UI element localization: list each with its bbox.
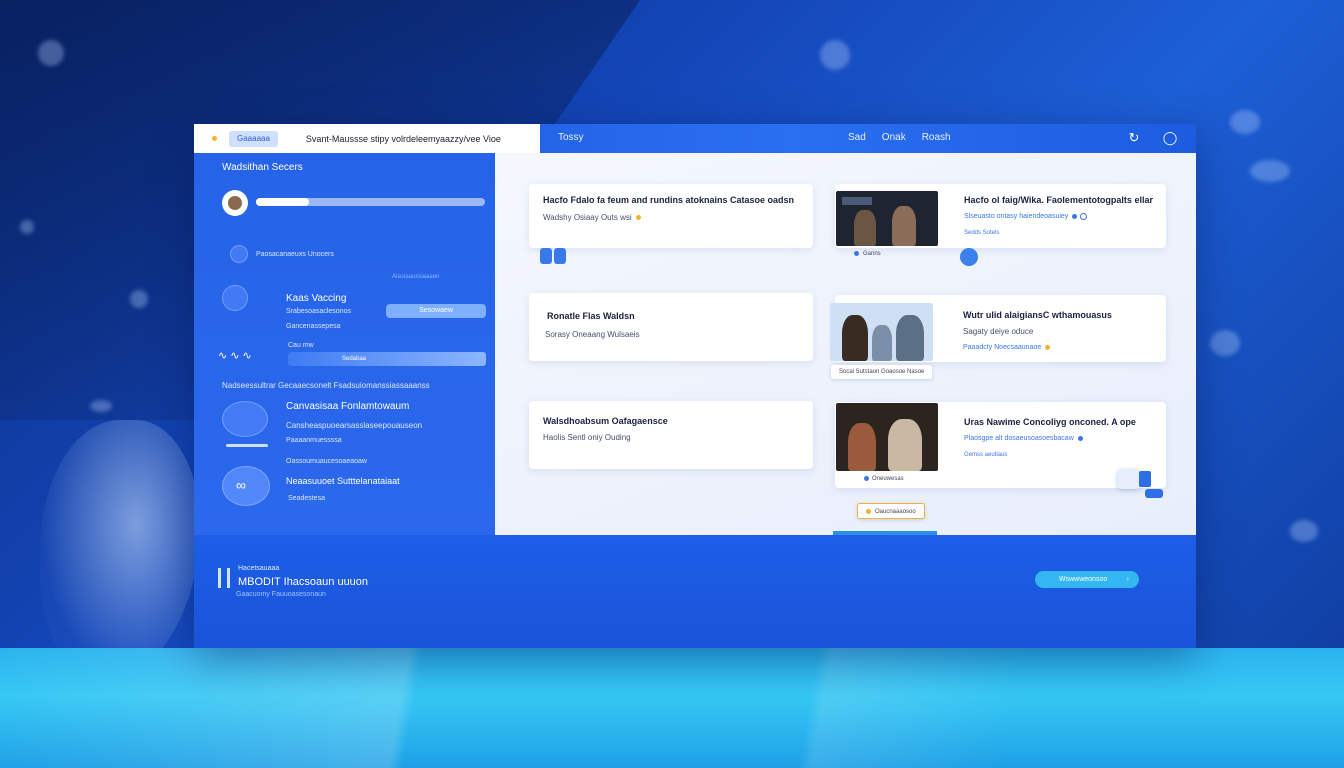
content-card[interactable]: Ronatle Flas Waldsn Sorasy Oneaang Wulsa… — [529, 293, 813, 361]
sidebar-section-heading: Nadseessultrar Gecaaecsonelt Fsadsuioman… — [222, 381, 430, 390]
top-chip[interactable]: Gaaaaaa — [229, 130, 278, 147]
footer-small-text: Hacetsauaaa — [238, 565, 280, 572]
card-tab[interactable] — [540, 248, 552, 264]
card-subtitle: Wadshy Osiaay Outs wsi — [543, 213, 641, 222]
content-card[interactable]: Hacfo Fdalo fa feum and rundins atoknain… — [529, 184, 813, 248]
card-title: Uras Nawime Concoliyg onconed. A ope — [964, 417, 1136, 427]
item-avatar-icon[interactable] — [222, 285, 248, 311]
bokeh-light — [1290, 520, 1318, 542]
chevron-right-icon: › — [1126, 576, 1129, 583]
window-title: Svant-Maussse stipy volrdeleemyaazzy/vee… — [305, 133, 501, 144]
card-title: Hacfo Fdalo fa feum and rundins atoknain… — [543, 195, 795, 205]
action-button[interactable] — [960, 248, 978, 266]
card-tab[interactable] — [1139, 471, 1151, 487]
sidebar-caption: Atasiaaussiaaaen — [392, 274, 440, 280]
item3-title: Canvasisaa Fonlamtowaum — [286, 401, 410, 412]
item3-icon[interactable] — [222, 401, 268, 437]
card-subtitle: Sorasy Oneaang Wulsaeis — [545, 330, 640, 339]
thumbnail-caption: Socai Sutstaon Goaosoe Nasoe — [831, 365, 933, 379]
item4-line0: Oassoumuaucesoaeaoaw — [286, 458, 367, 465]
card-title: Hacfo ol faig/Wika. Faolementotogpalts e… — [964, 195, 1153, 205]
item4-line1: Seadestesa — [288, 495, 325, 502]
item-icon[interactable] — [230, 245, 248, 263]
item2-line2: Gancenassepesa — [286, 323, 341, 330]
card-meta: Plaosgpe alt dosaeusoasoesbacaw — [964, 435, 1083, 442]
card-meta: Slseuasto ontasy haiendeoasuiey — [964, 213, 1087, 220]
bokeh-light — [20, 220, 34, 234]
item2-button[interactable]: Sesowaew — [386, 304, 486, 318]
sidebar: Wadsithan Secers Paosacanaeuxs Unocers A… — [194, 153, 495, 535]
card-title: Ronatle Flas Waldsn — [547, 311, 635, 321]
profile-progress-fill — [256, 198, 309, 206]
card-title: Walsdhoabsum Oafagaensce — [543, 416, 668, 426]
footer-cta-button[interactable]: Wswwweonsoo › — [1035, 571, 1139, 588]
item3-line2: Paaaanmuessssa — [286, 437, 342, 444]
wave-icon: ∿ ∿ ∿ — [218, 350, 252, 362]
sidebar-heading: Wadsithan Secers — [222, 162, 303, 173]
card-meta-secondary: Gemss aeutiaus — [964, 452, 1008, 458]
nav-item-1[interactable]: Sad — [848, 132, 866, 143]
thumbnail-caption: Ganns — [854, 251, 881, 257]
nav-item-3[interactable]: Roash — [922, 132, 951, 143]
avatar[interactable] — [222, 190, 248, 216]
footer: Hacetsauaaa MBODIT Ihacsoaun uuuon Gaacu… — [194, 535, 1196, 648]
bokeh-light — [1250, 160, 1290, 182]
item4-icon[interactable]: ∞ — [222, 466, 270, 506]
main-content: Hacfo Fdalo fa feum and rundins atoknain… — [495, 153, 1196, 535]
video-thumbnail[interactable] — [830, 303, 933, 361]
card-tag[interactable]: Oaucnaaaosoo — [857, 503, 925, 519]
footer-subtitle: Gaacuomy Fauuoasesonaun — [236, 591, 326, 598]
profile-progress-bar — [256, 198, 485, 206]
bokeh-light — [820, 40, 850, 70]
bokeh-light — [38, 40, 64, 66]
item2-small: Cau mw — [288, 342, 314, 349]
bokeh-light — [1210, 330, 1240, 356]
card-subtitle: Sagaty deiye oduce — [963, 327, 1034, 336]
card-meta-secondary: Sedds Sotels — [964, 230, 1000, 236]
top-bar: Gaaaaaa Svant-Maussse stipy volrdeleemya… — [194, 124, 1196, 153]
item3-underline — [226, 444, 268, 447]
bokeh-light — [90, 400, 112, 412]
app-window: Gaaaaaa Svant-Maussse stipy volrdeleemya… — [194, 124, 1196, 648]
item3-line1: Cansheaspuoearsasslaseepouauseon — [286, 421, 423, 430]
bokeh-light — [130, 290, 148, 308]
floor-surface — [0, 648, 1344, 768]
status-dot — [212, 136, 217, 141]
video-thumbnail[interactable] — [836, 403, 938, 471]
user-icon[interactable]: ◯ — [1162, 130, 1178, 146]
footer-title: MBODIT Ihacsoaun uuuon — [238, 576, 369, 588]
card-tab[interactable] — [554, 248, 566, 264]
refresh-icon[interactable]: ↻ — [1126, 130, 1142, 146]
content-card[interactable]: Walsdhoabsum Oafagaensce Haolis Sentl on… — [529, 401, 813, 469]
background-glow — [40, 420, 200, 680]
item2-track[interactable]: Sedabaa — [288, 352, 486, 366]
sidebar-item-1[interactable]: Paosacanaeuxs Unocers — [256, 251, 334, 258]
nav-item-2[interactable]: Onak — [882, 132, 906, 143]
video-thumbnail[interactable] — [836, 191, 938, 246]
card-chip[interactable] — [1145, 489, 1163, 498]
footer-logo-icon — [218, 568, 230, 588]
top-bar-left: Gaaaaaa Svant-Maussse stipy volrdeleemya… — [194, 124, 540, 153]
bokeh-light — [1230, 110, 1260, 134]
thumbnail-caption: Oneuwesas — [864, 476, 904, 482]
card-subtitle: Haolis Sentl oniy Ouding — [543, 433, 631, 442]
card-toggle[interactable] — [1117, 469, 1141, 489]
item2-title: Kaas Vaccing — [286, 293, 347, 304]
brand-link[interactable]: Tossy — [558, 132, 584, 143]
top-nav: Sad Onak Roash — [848, 132, 951, 143]
item4-title: Neaasuuoet Sutttelanataiaat — [286, 476, 400, 486]
item2-line1: Srabesoasaclesonos — [286, 308, 351, 315]
card-meta: Paaadcty Noecsaaunaoe — [963, 344, 1051, 351]
card-title: Wutr ulid alaigiansC wthamouasus — [963, 310, 1112, 320]
loop-icon: ∞ — [236, 477, 246, 493]
